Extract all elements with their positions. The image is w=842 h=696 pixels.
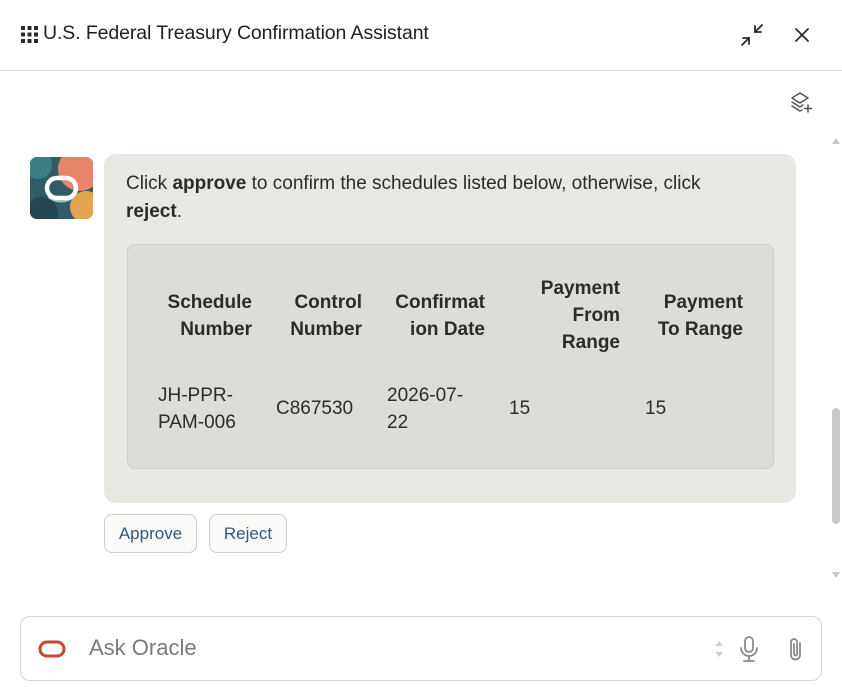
header-control-number: Control Number: [290, 292, 362, 340]
reject-keyword: reject: [126, 201, 177, 222]
cell-schedule-number: JH-PPR- PAM-006: [158, 385, 236, 433]
paperclip-icon: [790, 638, 801, 661]
oracle-logo-icon: [38, 640, 66, 658]
message-text-part: Click: [126, 173, 173, 194]
scroll-down-arrow-icon[interactable]: [832, 572, 840, 578]
header-schedule-number: Schedule Number: [167, 292, 252, 340]
cell-confirmation-date: 2026-07- 22: [387, 385, 464, 433]
message-text-part: to confirm the schedules listed below, o…: [246, 173, 701, 194]
schedules-table: Schedule Number Control Number Confirmat…: [127, 244, 774, 469]
layers-button[interactable]: [789, 90, 813, 114]
header-confirmation-date: Confirmat ion Date: [395, 292, 485, 340]
close-icon: [795, 28, 809, 42]
assistant-avatar: [30, 157, 93, 219]
approve-button[interactable]: Approve: [104, 514, 197, 553]
window-title: U.S. Federal Treasury Confirmation Assis…: [43, 22, 429, 44]
minimize-icon: [741, 24, 763, 46]
resize-stepper-icon[interactable]: [713, 636, 725, 662]
header-bar: U.S. Federal Treasury Confirmation Assis…: [0, 0, 842, 71]
microphone-icon: [740, 636, 758, 662]
cell-payment-from-range: 15: [509, 398, 531, 419]
message-text: Click approve to confirm the schedules l…: [126, 170, 766, 226]
close-button[interactable]: [789, 22, 815, 48]
attach-button[interactable]: [785, 635, 807, 663]
chat-scrollbar[interactable]: [830, 134, 842, 580]
header-payment-to-range: Payment To Range: [657, 292, 743, 340]
minimize-button[interactable]: [739, 22, 765, 48]
cell-control-number: C867530: [276, 398, 354, 419]
scroll-thumb[interactable]: [832, 408, 840, 524]
message-text-part: .: [176, 201, 182, 222]
scroll-up-arrow-icon[interactable]: [832, 138, 840, 144]
assistant-message-bubble: Click approve to confirm the schedules l…: [104, 154, 796, 503]
cell-payment-to-range: 15: [645, 398, 667, 419]
approve-keyword: approve: [172, 173, 247, 194]
reject-button[interactable]: Reject: [209, 514, 287, 553]
grid-menu-icon[interactable]: [21, 26, 38, 43]
ask-oracle-input[interactable]: [89, 631, 689, 665]
composer-box: [20, 616, 822, 681]
layers-add-icon: [791, 92, 813, 113]
microphone-button[interactable]: [738, 635, 760, 663]
header-payment-from-range: Payment From Range: [540, 278, 620, 353]
oracle-avatar-icon: [30, 157, 93, 219]
